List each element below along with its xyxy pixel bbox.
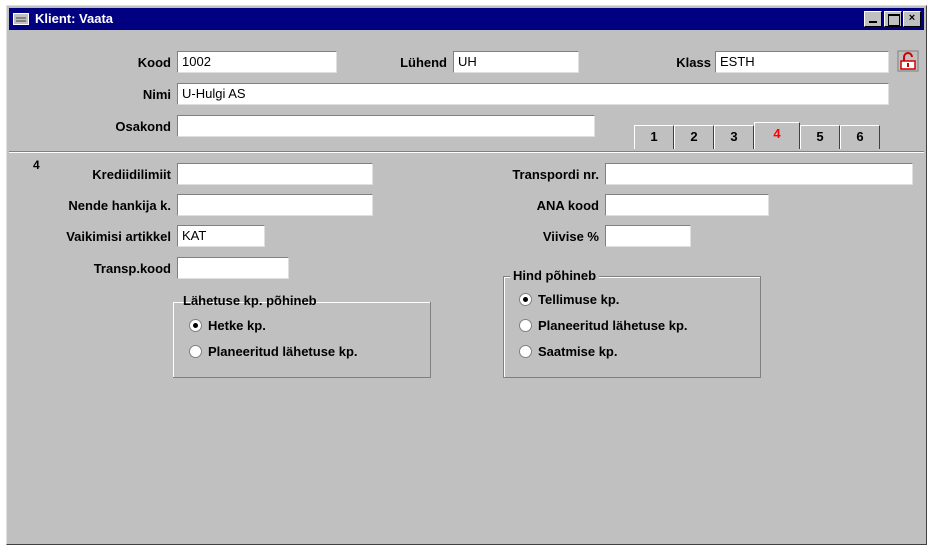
tab-6[interactable]: 6 <box>840 125 880 149</box>
lahetus-option-hetke[interactable]: Hetke kp. <box>189 318 266 333</box>
artikkel-field[interactable]: KAT <box>177 225 265 247</box>
ana-kood-label: ANA kood <box>536 198 599 213</box>
hankija-field[interactable] <box>177 194 373 216</box>
maximize-button[interactable] <box>884 11 902 27</box>
radio-planeeritud-lahetus-label: Planeeritud lähetuse kp. <box>208 344 358 359</box>
hind-option-tellimuse[interactable]: Tellimuse kp. <box>519 292 619 307</box>
transp-kood-label: Transp.kood <box>93 261 171 276</box>
tab-1[interactable]: 1 <box>634 125 674 149</box>
lahetus-group <box>173 302 431 378</box>
hind-option-saatmise[interactable]: Saatmise kp. <box>519 344 618 359</box>
radio-hind-planeeritud-label: Planeeritud lähetuse kp. <box>538 318 688 333</box>
krediidilimiit-field[interactable] <box>177 163 373 185</box>
tab-5[interactable]: 5 <box>800 125 840 149</box>
radio-saatmise-label: Saatmise kp. <box>538 344 618 359</box>
radio-tellimuse[interactable] <box>519 293 532 306</box>
radio-hind-planeeritud[interactable] <box>519 319 532 332</box>
nimi-field[interactable]: U-Hulgi AS <box>177 83 889 105</box>
ana-kood-field[interactable] <box>605 194 769 216</box>
radio-saatmise[interactable] <box>519 345 532 358</box>
osakond-label: Osakond <box>115 119 171 134</box>
hind-option-planeeritud[interactable]: Planeeritud lähetuse kp. <box>519 318 688 333</box>
client-view-window: Klient: Vaata × Kood 1002 Lühend UH Klas… <box>6 5 927 545</box>
viivise-label: Viivise % <box>542 229 599 244</box>
hankija-label: Nende hankija k. <box>68 198 171 213</box>
artikkel-label: Vaikimisi artikkel <box>66 229 171 244</box>
tab-2[interactable]: 2 <box>674 125 714 149</box>
tab-divider <box>9 151 924 153</box>
transp-kood-field[interactable] <box>177 257 289 279</box>
luhend-field[interactable]: UH <box>453 51 579 73</box>
minimize-button[interactable] <box>864 11 882 27</box>
kood-field[interactable]: 1002 <box>177 51 337 73</box>
radio-hetke-label: Hetke kp. <box>208 318 266 333</box>
lahetus-group-title: Lähetuse kp. põhineb <box>183 293 317 308</box>
lahetus-option-planeeritud[interactable]: Planeeritud lähetuse kp. <box>189 344 358 359</box>
transpordi-nr-field[interactable] <box>605 163 913 185</box>
kood-label: Kood <box>137 55 171 70</box>
hind-group-title: Hind põhineb <box>510 268 600 283</box>
radio-planeeritud-lahetus[interactable] <box>189 345 202 358</box>
window-title: Klient: Vaata <box>35 11 114 26</box>
tab-3[interactable]: 3 <box>714 125 754 149</box>
klass-label: Klass <box>676 55 711 70</box>
krediidilimiit-label: Krediidilimiit <box>92 167 171 182</box>
radio-tellimuse-label: Tellimuse kp. <box>538 292 620 307</box>
window-icon <box>13 13 29 25</box>
luhend-label: Lühend <box>400 55 447 70</box>
osakond-field[interactable] <box>177 115 595 137</box>
viivise-field[interactable] <box>605 225 691 247</box>
radio-hetke[interactable] <box>189 319 202 332</box>
nimi-label: Nimi <box>142 87 171 102</box>
klass-field[interactable]: ESTH <box>715 51 889 73</box>
tab-4[interactable]: 4 <box>754 122 800 149</box>
lock-icon[interactable] <box>897 50 919 72</box>
title-bar[interactable]: Klient: Vaata × <box>9 8 924 30</box>
transpordi-nr-label: Transpordi nr. <box>512 167 599 182</box>
close-button[interactable]: × <box>903 11 921 27</box>
